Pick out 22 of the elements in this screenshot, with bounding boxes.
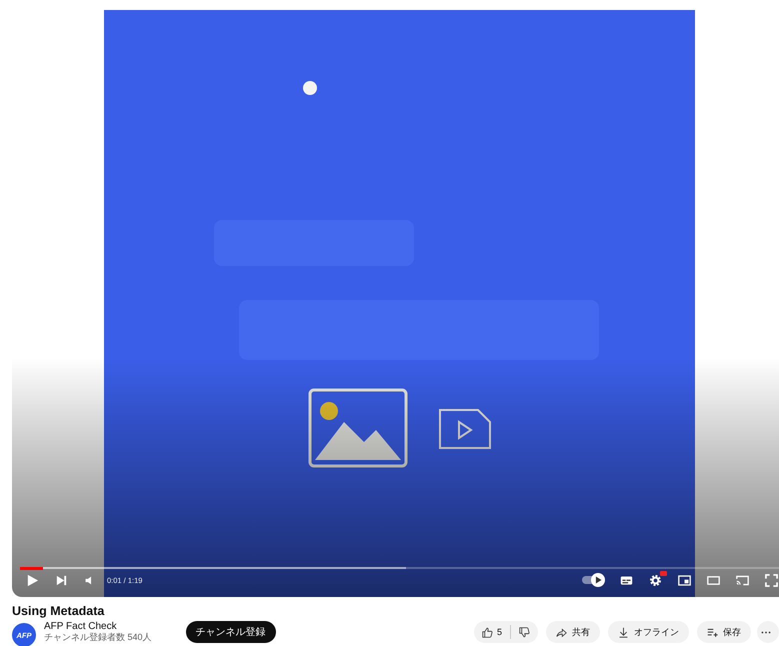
- add-to-playlist-icon: [707, 626, 718, 638]
- thumbs-down-icon: [519, 626, 530, 638]
- settings-icon[interactable]: [649, 574, 662, 586]
- share-arrow-icon: [556, 626, 567, 638]
- like-button[interactable]: 5: [474, 621, 510, 643]
- thumbs-up-icon: [482, 626, 493, 638]
- subscribe-button[interactable]: チャンネル登録: [186, 621, 276, 643]
- fullscreen-icon[interactable]: [765, 574, 778, 586]
- theater-icon[interactable]: [707, 574, 720, 586]
- subscriber-count: チャンネル登録者数 540人: [44, 632, 152, 643]
- download-icon: [618, 626, 629, 638]
- cast-icon[interactable]: [736, 574, 749, 586]
- download-button[interactable]: オフライン: [608, 621, 689, 643]
- more-icon: [761, 630, 771, 634]
- share-button[interactable]: 共有: [546, 621, 600, 643]
- miniplayer-icon[interactable]: [678, 574, 691, 586]
- save-button[interactable]: 保存: [697, 621, 751, 643]
- autoplay-toggle[interactable]: [582, 576, 604, 584]
- next-icon[interactable]: [55, 574, 68, 586]
- play-icon[interactable]: [26, 574, 39, 586]
- channel-name[interactable]: AFP Fact Check: [44, 621, 152, 632]
- video-title: Using Metadata: [12, 604, 106, 618]
